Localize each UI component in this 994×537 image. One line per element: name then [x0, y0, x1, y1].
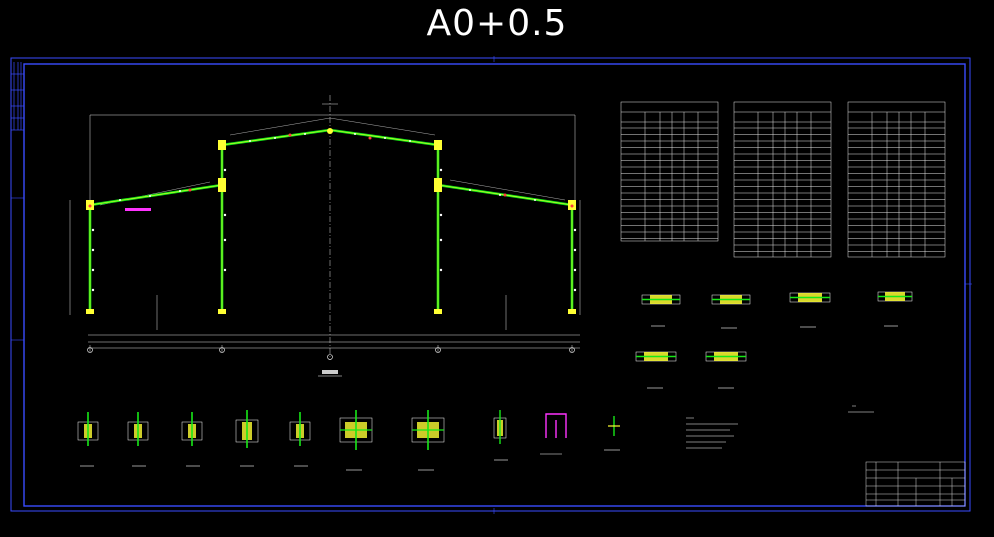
table-row-lines [621, 127, 945, 252]
binding-strip [11, 62, 24, 131]
title-block [865, 461, 966, 507]
foundation-detail [540, 413, 567, 455]
axis-markers [87, 347, 575, 360]
outer-border [10, 57, 971, 512]
section-details-bottom [77, 410, 620, 471]
material-table-2 [733, 101, 832, 258]
section-details-right [635, 291, 913, 389]
material-table-1 [620, 101, 719, 242]
frame-members [88, 128, 574, 312]
detail-15 [604, 416, 620, 451]
detail-6 [339, 410, 373, 471]
highlight-note [125, 208, 151, 211]
section-label-frame [318, 370, 342, 377]
detail-14 [705, 351, 747, 389]
detail-7 [411, 410, 445, 471]
detail-1 [77, 412, 99, 467]
frame-tick-marks [11, 56, 972, 514]
general-notes [686, 405, 874, 449]
dimension-lines [69, 95, 581, 360]
joint-nodes [86, 128, 576, 314]
detail-2 [127, 412, 149, 467]
detail-10 [711, 294, 751, 329]
drawing-frame [10, 56, 972, 514]
detail-3 [181, 412, 203, 467]
detail-9 [641, 294, 681, 327]
portal-frame-elevation [69, 95, 581, 377]
material-tables [620, 101, 946, 258]
material-table-3 [847, 101, 946, 258]
bolt-marks [91, 133, 577, 292]
detail-12 [877, 291, 913, 327]
detail-11 [789, 292, 831, 328]
inner-border [23, 63, 966, 507]
detail-4 [235, 410, 259, 467]
detail-8 [493, 410, 508, 461]
joint-markers-red [88, 133, 574, 208]
cad-drawing [10, 56, 972, 514]
detail-5 [289, 412, 311, 467]
detail-13 [635, 351, 677, 389]
